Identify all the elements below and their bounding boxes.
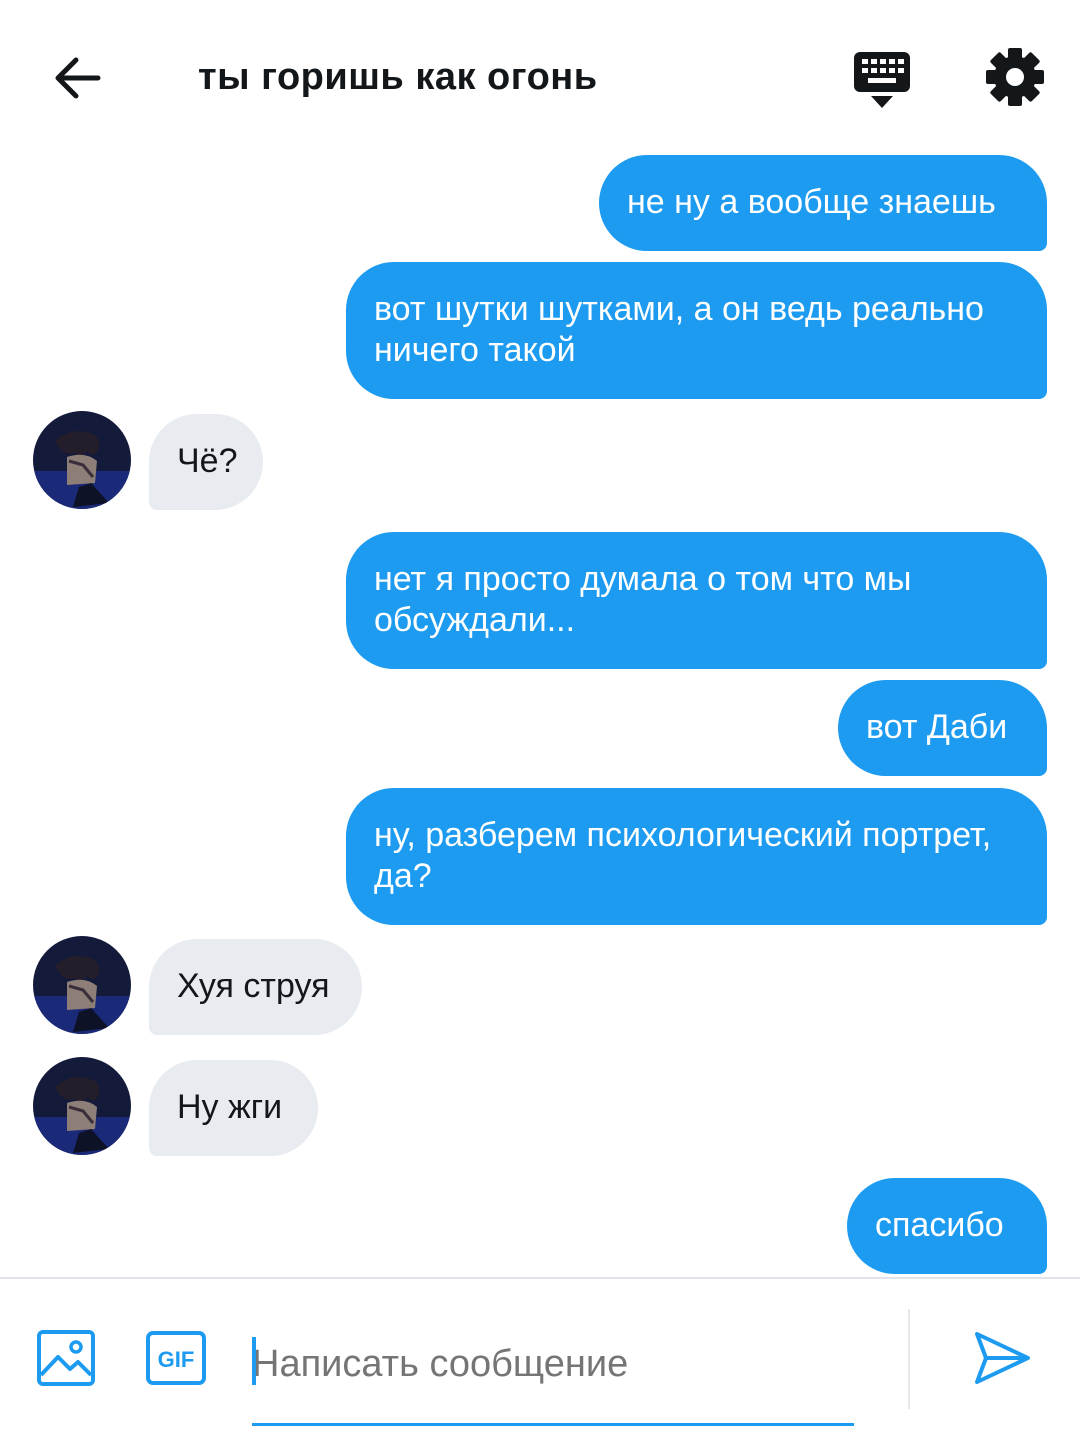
avatar-image-icon (33, 1057, 131, 1155)
avatar-image-icon (33, 411, 131, 509)
conversation-title: ты горишь как огонь (198, 56, 598, 98)
message-text: нет я просто думала о том что мы обсужда… (374, 560, 912, 639)
message-text: не ну а вообще знаешь (627, 183, 996, 221)
message-text: Ну жги (177, 1088, 283, 1126)
message-composer: GIF (0, 1277, 1080, 1440)
message-bubble-outgoing[interactable]: ну, разберем психологический портрет, да… (346, 788, 1047, 925)
send-icon (975, 1332, 1030, 1384)
message-text: Чё? (177, 442, 238, 480)
keyboard-icon (854, 52, 910, 108)
avatar[interactable] (33, 1057, 131, 1155)
back-button[interactable] (50, 50, 106, 106)
text-caret (252, 1337, 256, 1385)
avatar[interactable] (33, 936, 131, 1034)
send-button[interactable] (972, 1329, 1032, 1387)
message-text: вот шутки шутками, а он ведь реально нич… (374, 290, 984, 369)
message-text: Хуя струя (177, 967, 330, 1005)
message-bubble-incoming[interactable]: Ну жги (149, 1060, 318, 1156)
message-input[interactable] (252, 1339, 854, 1389)
chat-header: ты горишь как огонь (0, 0, 1080, 150)
add-gif-button[interactable]: GIF (145, 1330, 207, 1386)
composer-divider (908, 1309, 910, 1409)
gear-icon (986, 48, 1044, 106)
add-image-button[interactable] (36, 1329, 96, 1387)
settings-button[interactable] (984, 46, 1046, 108)
message-bubble-incoming[interactable]: Хуя струя (149, 939, 362, 1035)
gif-label: GIF (158, 1347, 195, 1372)
image-icon (37, 1330, 95, 1386)
message-bubble-outgoing[interactable]: не ну а вообще знаешь (599, 155, 1047, 251)
message-text: ну, разберем психологический портрет, да… (374, 816, 992, 895)
keyboard-button[interactable] (852, 48, 912, 110)
message-text: вот Даби (866, 708, 1008, 746)
message-bubble-incoming[interactable]: Чё? (149, 414, 263, 510)
message-bubble-outgoing[interactable]: вот Даби (838, 680, 1047, 776)
gif-icon: GIF (146, 1331, 206, 1385)
avatar[interactable] (33, 411, 131, 509)
message-bubble-outgoing[interactable]: вот шутки шутками, а он ведь реально нич… (346, 262, 1047, 399)
input-focus-underline (252, 1423, 854, 1426)
arrow-left-icon (55, 57, 101, 99)
message-bubble-outgoing[interactable]: спасибо (847, 1178, 1047, 1274)
message-bubble-outgoing[interactable]: нет я просто думала о том что мы обсужда… (346, 532, 1047, 669)
message-text: спасибо (875, 1206, 1004, 1244)
avatar-image-icon (33, 936, 131, 1034)
